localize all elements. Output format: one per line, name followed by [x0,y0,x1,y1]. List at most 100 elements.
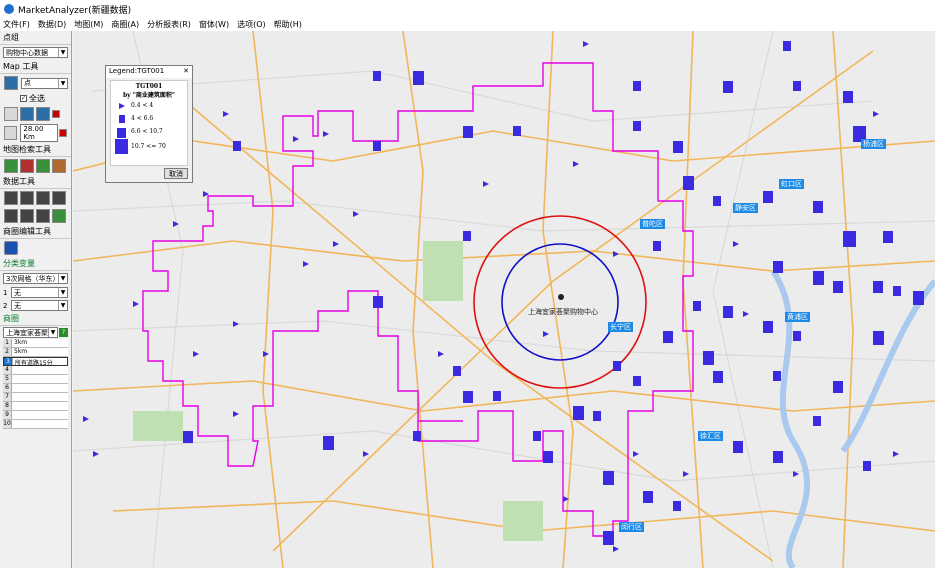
menu-data[interactable]: 数据(D) [38,19,66,30]
store-marker[interactable] [513,126,521,136]
store-marker[interactable] [613,361,621,371]
search-region-icon[interactable] [52,159,66,173]
store-marker[interactable] [533,431,541,441]
layers-icon[interactable] [20,107,34,121]
store-marker[interactable] [463,231,471,241]
store-marker[interactable] [673,141,683,153]
store-marker[interactable] [783,41,791,51]
store-marker[interactable] [793,331,801,341]
ring-row[interactable]: 1 3km [3,339,68,348]
store-marker[interactable] [713,371,723,383]
var1-select[interactable]: 无 ▼ [11,287,68,298]
search-radius-icon[interactable] [36,159,50,173]
store-marker[interactable] [843,231,856,247]
store-marker[interactable] [713,196,721,206]
zoom-icon[interactable] [4,76,18,90]
store-marker[interactable] [463,391,473,403]
classify-select[interactable]: 3次网格（华东） ▼ [3,273,68,284]
report-icon[interactable] [52,191,66,205]
store-marker[interactable] [323,436,334,450]
store-marker[interactable] [913,291,924,305]
store-marker[interactable] [773,451,783,463]
var2-select[interactable]: 无 ▼ [11,300,68,311]
layer-select[interactable]: 点 ▼ [21,77,68,89]
store-marker[interactable] [663,331,673,343]
import-icon[interactable] [36,209,50,223]
store-marker[interactable] [373,141,381,151]
ring-row[interactable]: 6 [3,384,68,393]
store-marker[interactable] [373,71,381,81]
store-marker[interactable] [233,141,241,151]
menu-window[interactable]: 窗体(W) [199,19,229,30]
store-marker[interactable] [723,306,733,318]
menu-trade-area[interactable]: 商圈(A) [111,19,139,30]
select-all-checkbox[interactable]: ✓ [20,95,27,102]
store-marker[interactable] [463,126,473,138]
table-icon[interactable] [4,191,18,205]
ring-row[interactable]: 3 所有道路15分 [3,357,68,367]
cancel-button[interactable]: 取消 [164,168,188,179]
store-marker[interactable] [813,201,823,213]
store-marker[interactable] [793,81,801,91]
store-marker[interactable] [773,261,783,273]
store-marker[interactable] [643,491,653,503]
store-marker[interactable] [633,121,641,131]
measure-icon[interactable] [36,107,50,121]
store-marker[interactable] [633,376,641,386]
ring-row[interactable]: 7 [3,393,68,402]
store-marker[interactable] [413,71,424,85]
store-marker[interactable] [813,416,821,426]
store-marker[interactable] [873,331,884,345]
ring-row[interactable]: 4 [3,366,68,375]
store-marker[interactable] [723,81,733,93]
distance-field[interactable]: 28.00 Km [20,124,59,142]
search-point-icon[interactable] [4,159,18,173]
store-marker[interactable] [763,191,773,203]
ring-row[interactable]: 2 5km [3,348,68,357]
store-marker[interactable] [683,176,694,190]
store-marker[interactable] [733,441,743,453]
ring-row[interactable]: 9 [3,411,68,420]
trade-area-icon[interactable] [4,241,18,255]
map-view[interactable]: 上海宜家荟聚购物中心 杨浦区 虹口区 静安区 普陀区 黄浦区 长宁区 徐汇区 闵… [73,31,935,568]
store-marker[interactable] [183,431,193,443]
store-marker[interactable] [603,471,614,485]
help-icon[interactable]: ? [59,328,68,337]
map-canvas[interactable] [73,31,935,568]
ring-row[interactable]: 5 [3,375,68,384]
store-marker[interactable] [603,531,614,545]
export-icon[interactable] [20,209,34,223]
filter-icon[interactable] [52,209,66,223]
list-icon[interactable] [36,191,50,205]
store-marker[interactable] [673,501,681,511]
store-marker[interactable] [413,431,421,441]
store-marker[interactable] [633,81,641,91]
store-marker[interactable] [843,91,853,103]
store-marker[interactable] [863,461,871,471]
menu-report[interactable]: 分析报表(R) [147,19,191,30]
menu-map[interactable]: 地图(M) [74,19,103,30]
remove-icon[interactable] [52,110,60,118]
store-marker[interactable] [833,381,843,393]
close-icon[interactable]: ✕ [183,67,189,77]
search-area-icon[interactable] [20,159,34,173]
store-marker[interactable] [653,241,661,251]
pan-icon[interactable] [4,107,18,121]
legend-window[interactable]: Legend:TGT001 ✕ TGT001 by "商业建筑面积" 0.4 <… [105,65,193,183]
store-marker[interactable] [833,281,843,293]
store-marker[interactable] [893,286,901,296]
store-marker[interactable] [593,411,601,421]
store-marker[interactable] [773,371,781,381]
store-marker[interactable] [883,231,893,243]
pointer-icon[interactable] [4,126,18,140]
store-marker[interactable] [573,406,584,420]
ring-row[interactable]: 10 [3,420,68,429]
store-marker[interactable] [453,366,461,376]
store-marker[interactable] [813,271,824,285]
store-marker[interactable] [693,301,701,311]
store-marker[interactable] [763,321,773,333]
store-marker[interactable] [543,451,553,463]
menu-help[interactable]: 帮助(H) [274,19,302,30]
trade-area-select[interactable]: 上海宜家荟聚 ▼ [3,327,58,338]
store-marker[interactable] [493,391,501,401]
